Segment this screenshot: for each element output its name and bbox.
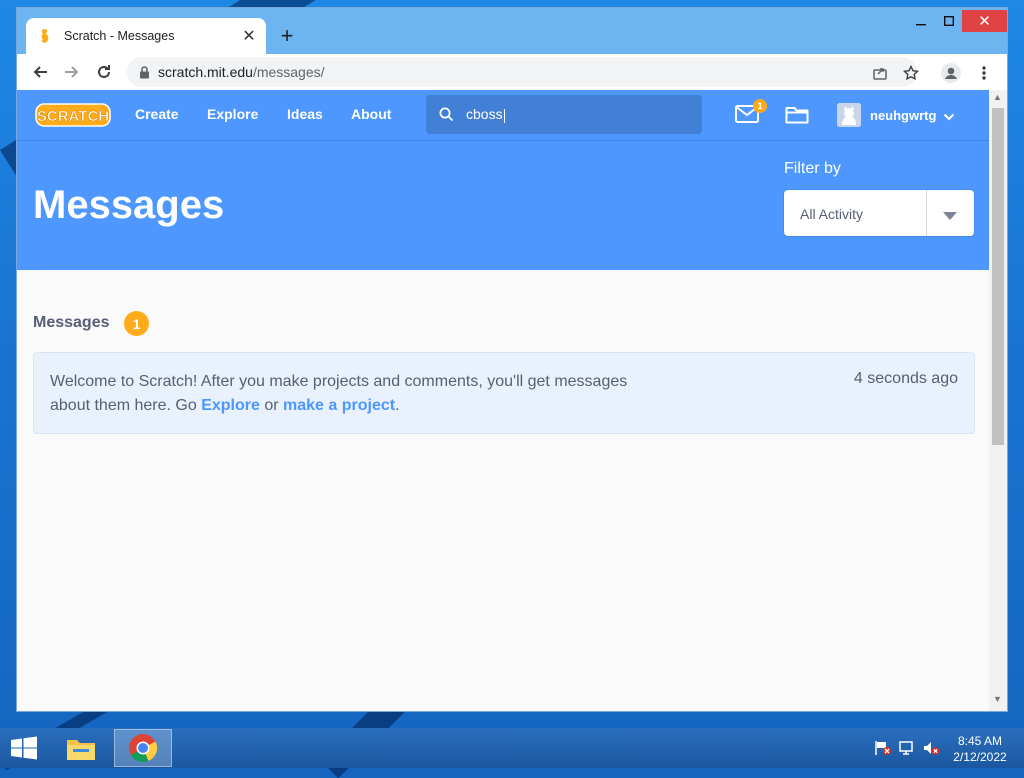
windows-taskbar: 8:45 AM 2/12/2022	[0, 728, 1024, 768]
lock-icon[interactable]	[139, 65, 150, 79]
scroll-down-arrow-icon[interactable]: ▼	[993, 694, 1002, 704]
browser-titlebar: Scratch - Messages ✕ + ✕	[17, 8, 1007, 54]
new-tab-plus-icon[interactable]: +	[275, 23, 299, 48]
my-stuff-folder-icon[interactable]	[785, 105, 811, 125]
scroll-up-arrow-icon[interactable]: ▲	[993, 92, 1002, 102]
volume-muted-icon[interactable]	[922, 740, 940, 756]
svg-text:SCRATCH: SCRATCH	[37, 108, 109, 125]
action-center-flag-icon[interactable]	[874, 740, 892, 756]
tab-scratch-messages[interactable]: Scratch - Messages ✕	[26, 18, 266, 54]
filter-divider	[926, 190, 927, 236]
profile-avatar-icon[interactable]	[940, 62, 962, 84]
tab-close-icon[interactable]: ✕	[238, 25, 260, 47]
share-icon[interactable]	[869, 62, 891, 84]
bookmark-star-icon[interactable]	[900, 62, 922, 84]
message-timestamp: 4 seconds ago	[853, 370, 958, 387]
make-a-project-link[interactable]: make a project	[283, 397, 395, 414]
page-scrollbar[interactable]: ▲ ▼	[989, 90, 1007, 711]
message-item: Welcome to Scratch! After you make proje…	[33, 352, 975, 434]
messages-count-badge: 1	[124, 311, 149, 336]
page-title: Messages	[33, 183, 225, 227]
minimize-icon[interactable]	[910, 10, 932, 32]
scrollbar-thumb[interactable]	[992, 108, 1004, 445]
nav-explore-link[interactable]: Explore	[207, 106, 258, 122]
messages-banner: Messages Filter by All Activity	[17, 141, 989, 270]
clock-time: 8:45 AM	[957, 734, 1003, 748]
menu-kebab-icon[interactable]	[973, 62, 995, 84]
search-icon	[439, 107, 454, 122]
scratch-favicon-icon	[38, 28, 54, 44]
chevron-down-icon[interactable]	[943, 108, 955, 126]
taskbar-clock[interactable]: 8:45 AM 2/12/2022	[944, 733, 1016, 765]
filter-label: Filter by	[784, 160, 841, 177]
windows-start-icon[interactable]	[10, 736, 38, 760]
close-window-icon[interactable]: ✕	[962, 10, 1007, 32]
filter-select[interactable]: All Activity	[784, 190, 974, 236]
forward-arrow-icon[interactable]	[60, 60, 84, 84]
username[interactable]: neuhgwrtg	[870, 108, 936, 123]
reload-icon[interactable]	[92, 60, 116, 84]
browser-window: Scratch - Messages ✕ + ✕ scratch.mit.edu…	[17, 8, 1007, 711]
scratch-navbar: SCRATCH Create Explore Ideas About cboss…	[17, 90, 989, 141]
nav-ideas-link[interactable]: Ideas	[287, 106, 323, 122]
chrome-icon[interactable]	[114, 729, 172, 767]
scratch-logo[interactable]: SCRATCH	[35, 101, 111, 129]
clock-date: 2/12/2022	[953, 750, 1007, 764]
user-avatar[interactable]	[837, 103, 861, 127]
file-explorer-icon[interactable]	[58, 729, 104, 767]
search-input[interactable]: cboss	[426, 95, 702, 134]
page-viewport: SCRATCH Create Explore Ideas About cboss…	[17, 90, 989, 711]
explore-link[interactable]: Explore	[201, 397, 260, 414]
nav-about-link[interactable]: About	[351, 106, 391, 122]
network-icon[interactable]	[898, 740, 916, 756]
message-text: Welcome to Scratch! After you make proje…	[50, 373, 628, 414]
messages-heading: Messages	[33, 314, 110, 331]
filter-selected-value: All Activity	[800, 206, 864, 222]
nav-create-link[interactable]: Create	[135, 106, 179, 122]
caret-down-icon	[942, 208, 958, 226]
message-badge: 1	[753, 99, 767, 113]
maximize-icon[interactable]	[938, 10, 960, 32]
tab-title: Scratch - Messages	[64, 29, 175, 43]
back-arrow-icon[interactable]	[28, 60, 52, 84]
search-value: cboss	[466, 106, 505, 123]
messages-envelope-icon[interactable]: 1	[735, 99, 767, 125]
browser-toolbar: scratch.mit.edu/messages/	[17, 54, 1007, 91]
url-text: scratch.mit.edu/messages/	[158, 64, 325, 80]
address-bar[interactable]: scratch.mit.edu/messages/	[127, 57, 917, 87]
